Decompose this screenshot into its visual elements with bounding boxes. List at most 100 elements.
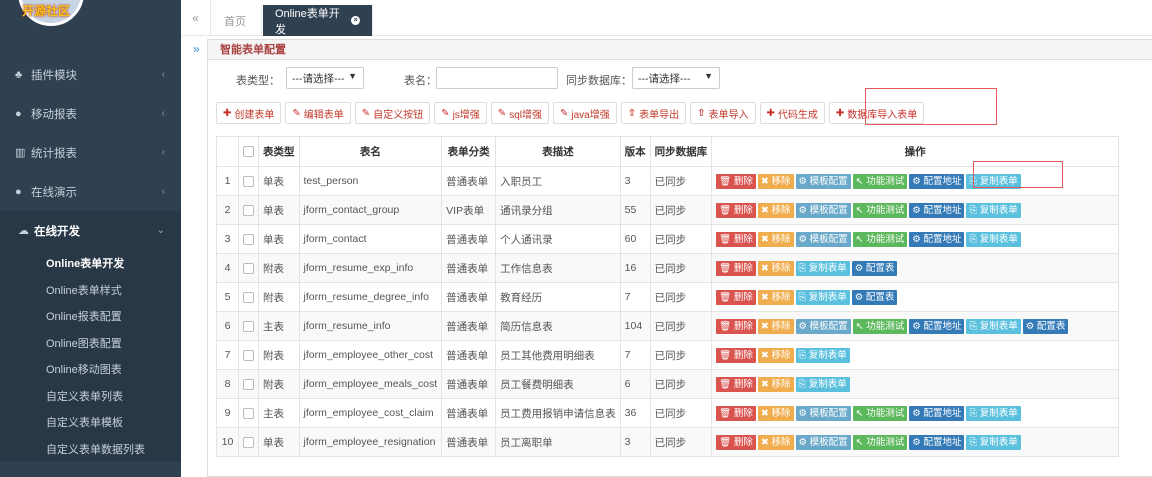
action-button-copy[interactable]: ⎘ 复制表单 <box>795 347 850 363</box>
table-row[interactable]: 7 附表 jform_employee_other_cost 普通表单 员工其他费用明细… <box>216 340 1119 370</box>
action-button-rm[interactable]: ✖ 移除 <box>757 231 794 247</box>
row-checkbox[interactable] <box>243 378 254 390</box>
sql-enhance-button[interactable]: ✎ sql增强 <box>490 102 549 124</box>
table-type-select[interactable]: ---请选择--- ▼ <box>286 67 364 89</box>
sidebar-item-1[interactable]: ♣ 插件模块 ‹ <box>0 55 181 94</box>
action-button-copy[interactable]: ⎘ 复制表单 <box>795 289 850 305</box>
action-button-test[interactable]: ↖ 功能测试 <box>852 231 908 247</box>
action-button-rm[interactable]: ✖ 移除 <box>757 173 794 189</box>
action-button-rm[interactable]: ✖ 移除 <box>757 289 794 305</box>
action-button-copy[interactable]: ⎘ 复制表单 <box>966 405 1021 421</box>
table-name-input[interactable] <box>436 67 558 89</box>
action-button-test[interactable]: ↖ 功能测试 <box>852 318 908 334</box>
edit-form-button[interactable]: ✎ 编辑表单 <box>285 102 351 124</box>
action-button-cfg[interactable]: ⚙ 配置地址 <box>909 434 965 450</box>
tab-online-form-dev[interactable]: Online表单开发 × <box>263 5 373 36</box>
action-button-cfg[interactable]: ⚙ 配置地址 <box>909 231 965 247</box>
action-button-tplg[interactable]: ⚙ 模板配置 <box>795 434 851 450</box>
table-row[interactable]: 2 单表 jform_contact_group VIP表单 通讯录分组 55 已同步 🗑 删… <box>216 195 1119 225</box>
action-button-test[interactable]: ↖ 功能测试 <box>852 405 908 421</box>
action-button-rm[interactable]: ✖ 移除 <box>757 202 794 218</box>
submenu-item[interactable]: Online移动图表 <box>0 356 181 383</box>
action-button-del[interactable]: 🗑 删除 <box>716 434 756 450</box>
table-row[interactable]: 3 单表 jform_contact 普通表单 个人通讯录 60 已同步 🗑 删除 ✖ 移除 ⚙ … <box>216 224 1119 254</box>
create-form-button[interactable]: ✚ 创建表单 <box>216 102 282 124</box>
row-checkbox[interactable] <box>243 407 254 419</box>
action-button-table[interactable]: ⚙ 配置表 <box>851 289 898 305</box>
form-export-button[interactable]: ⇧ 表单导出 <box>620 102 687 124</box>
row-checkbox[interactable] <box>243 262 254 274</box>
action-button-cfg[interactable]: ⚙ 配置地址 <box>909 202 965 218</box>
custom-button-button[interactable]: ✎ 自定义按钮 <box>354 102 431 124</box>
sidebar-item-4[interactable]: ● 在线演示 ‹ <box>0 172 181 211</box>
action-button-copy[interactable]: ⎘ 复制表单 <box>966 202 1021 218</box>
action-button-del[interactable]: 🗑 删除 <box>716 231 756 247</box>
java-enhance-button[interactable]: ✎ java增强 <box>552 102 617 124</box>
submenu-item[interactable]: 自定义表单模板 <box>0 409 181 436</box>
action-button-tplg[interactable]: ⚙ 模板配置 <box>795 173 851 189</box>
action-button-del[interactable]: 🗑 删除 <box>716 173 756 189</box>
close-icon[interactable]: × <box>351 16 360 25</box>
row-checkbox[interactable] <box>243 320 254 332</box>
action-button-del[interactable]: 🗑 删除 <box>716 405 756 421</box>
action-button-rm[interactable]: ✖ 移除 <box>757 260 794 276</box>
select-all-checkbox[interactable] <box>243 146 254 158</box>
action-button-rm[interactable]: ✖ 移除 <box>757 376 794 392</box>
form-import-button[interactable]: ⇧ 表单导入 <box>690 102 756 124</box>
sidebar-item-2[interactable]: ● 移动报表 ‹ <box>0 94 181 133</box>
action-button-test[interactable]: ↖ 功能测试 <box>852 202 908 218</box>
row-checkbox[interactable] <box>243 204 254 216</box>
action-button-rm[interactable]: ✖ 移除 <box>757 318 794 334</box>
action-button-cfg[interactable]: ⚙ 配置地址 <box>909 173 965 189</box>
tab-scroll-left-button[interactable]: « <box>181 0 211 36</box>
action-button-del[interactable]: 🗑 删除 <box>716 318 756 334</box>
sidebar-item-3[interactable]: ▥ 统计报表 ‹ <box>0 133 181 172</box>
submenu-item[interactable]: 自定义表单列表 <box>0 383 181 410</box>
action-button-rm[interactable]: ✖ 移除 <box>757 434 794 450</box>
table-row[interactable]: 5 附表 jform_resume_degree_info 普通表单 教育经历 7 已同步 🗑… <box>216 282 1119 312</box>
action-button-copy[interactable]: ⎘ 复制表单 <box>966 318 1021 334</box>
row-checkbox[interactable] <box>243 349 254 361</box>
submenu-item[interactable]: Online报表配置 <box>0 303 181 330</box>
submenu-item[interactable]: Online表单开发 <box>0 250 181 277</box>
action-button-cfg[interactable]: ⚙ 配置地址 <box>909 318 965 334</box>
action-button-tplg[interactable]: ⚙ 模板配置 <box>795 231 851 247</box>
expand-arrows-icon[interactable]: » <box>193 42 200 56</box>
action-button-del[interactable]: 🗑 删除 <box>716 289 756 305</box>
sync-db-select[interactable]: ---请选择--- ▼ <box>632 67 720 89</box>
table-row[interactable]: 4 附表 jform_resume_exp_info 普通表单 工作信息表 16 已同步 🗑 … <box>216 253 1119 283</box>
action-button-copy[interactable]: ⎘ 复制表单 <box>966 231 1021 247</box>
row-checkbox[interactable] <box>243 436 254 448</box>
row-checkbox[interactable] <box>243 175 254 187</box>
action-button-table[interactable]: ⚙ 配置表 <box>851 260 898 276</box>
submenu-item[interactable]: Online表单样式 <box>0 277 181 304</box>
action-button-copy[interactable]: ⎘ 复制表单 <box>795 376 850 392</box>
action-button-del[interactable]: 🗑 删除 <box>716 202 756 218</box>
tab-home[interactable]: 首页 <box>212 5 262 36</box>
action-button-test[interactable]: ↖ 功能测试 <box>852 434 908 450</box>
js-enhance-button[interactable]: ✎ js增强 <box>434 102 487 124</box>
action-button-tplg[interactable]: ⚙ 模板配置 <box>795 405 851 421</box>
action-button-test[interactable]: ↖ 功能测试 <box>852 173 908 189</box>
action-button-copy[interactable]: ⎘ 复制表单 <box>795 260 850 276</box>
row-checkbox[interactable] <box>243 233 254 245</box>
row-checkbox[interactable] <box>243 291 254 303</box>
action-button-del[interactable]: 🗑 删除 <box>716 376 756 392</box>
action-button-tplg[interactable]: ⚙ 模板配置 <box>795 202 851 218</box>
action-button-rm[interactable]: ✖ 移除 <box>757 405 794 421</box>
action-button-del[interactable]: 🗑 删除 <box>716 347 756 363</box>
table-row[interactable]: 8 附表 jform_employee_meals_cost 普通表单 员工餐费明细表 6… <box>216 369 1119 399</box>
sidebar-item-online-dev[interactable]: ☁ 在线开发 ⌄ <box>0 211 181 250</box>
action-button-copy[interactable]: ⎘ 复制表单 <box>966 434 1021 450</box>
table-row[interactable]: 9 主表 jform_employee_cost_claim 普通表单 员工费用报销申请… <box>216 398 1119 428</box>
action-button-tplg[interactable]: ⚙ 模板配置 <box>795 318 851 334</box>
action-button-del[interactable]: 🗑 删除 <box>716 260 756 276</box>
action-button-table[interactable]: ⚙ 配置表 <box>1022 318 1069 334</box>
submenu-item[interactable]: Online图表配置 <box>0 330 181 357</box>
action-button-cfg[interactable]: ⚙ 配置地址 <box>909 405 965 421</box>
table-row[interactable]: 10 单表 jform_employee_resignation 普通表单 员工离职单 3… <box>216 427 1119 457</box>
code-gen-button[interactable]: ✚ 代码生成 <box>759 102 825 124</box>
table-row[interactable]: 6 主表 jform_resume_info 普通表单 简历信息表 104 已同步 🗑 删除 ✖… <box>216 311 1119 341</box>
submenu-item[interactable]: 自定义表单数据列表 <box>0 436 181 463</box>
action-button-rm[interactable]: ✖ 移除 <box>757 347 794 363</box>
